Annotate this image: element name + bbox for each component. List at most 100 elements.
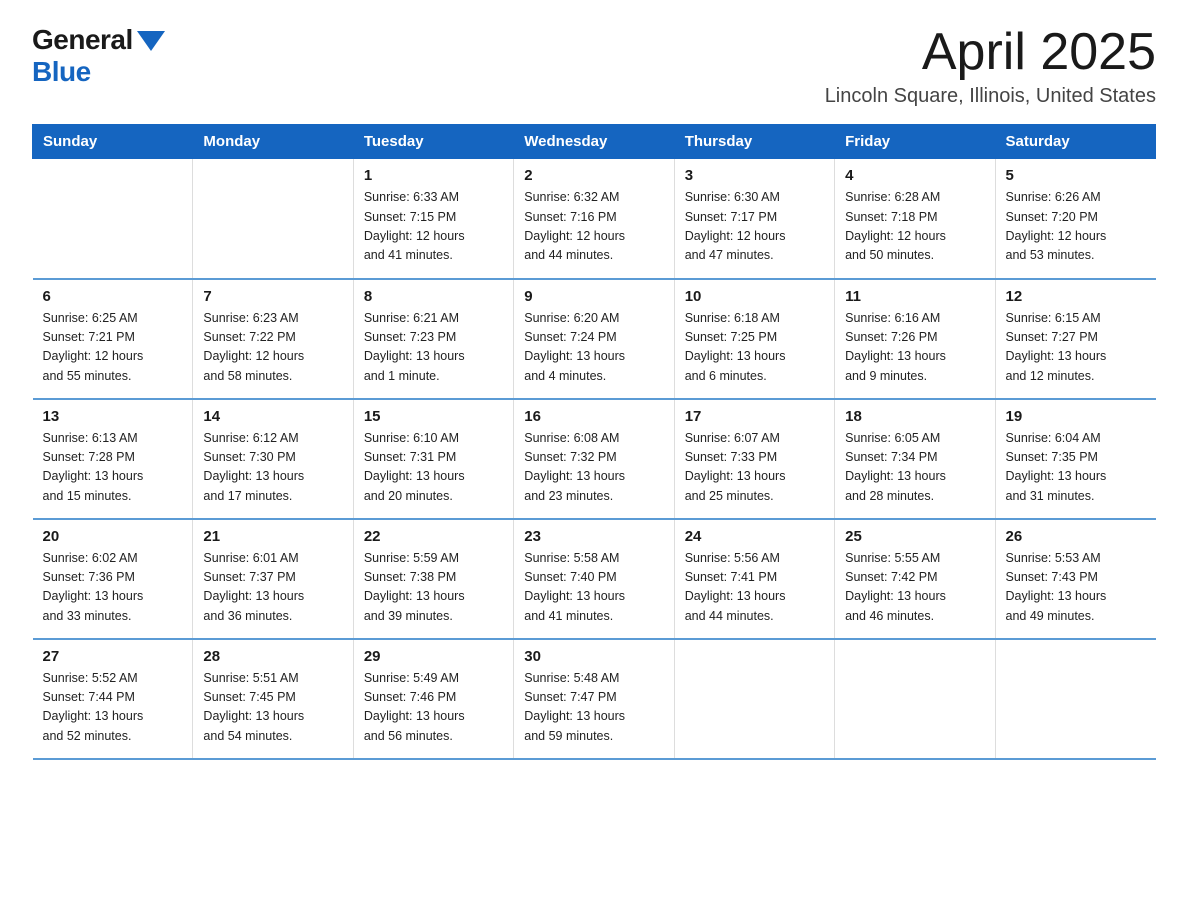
day-number: 22	[364, 528, 503, 545]
day-number: 24	[685, 528, 824, 545]
calendar-header: SundayMondayTuesdayWednesdayThursdayFrid…	[33, 125, 1156, 159]
calendar-cell: 19 Sunrise: 6:04 AM Sunset: 7:35 PM Dayli…	[995, 399, 1155, 519]
calendar-cell	[33, 159, 193, 279]
day-info: Sunrise: 5:56 AM Sunset: 7:41 PM Dayligh…	[685, 549, 824, 627]
calendar-cell: 5 Sunrise: 6:26 AM Sunset: 7:20 PM Daylig…	[995, 159, 1155, 279]
day-info: Sunrise: 6:23 AM Sunset: 7:22 PM Dayligh…	[203, 309, 342, 387]
calendar-week-row: 6 Sunrise: 6:25 AM Sunset: 7:21 PM Daylig…	[33, 279, 1156, 399]
day-number: 26	[1006, 528, 1146, 545]
logo: General Blue	[32, 24, 165, 88]
calendar-cell: 7Sunrise: 6:23 AM Sunset: 7:22 PM Daylig…	[193, 279, 353, 399]
logo-general-text: General	[32, 24, 133, 56]
calendar-day-header: Thursday	[674, 125, 834, 159]
day-number: 15	[364, 408, 503, 425]
day-number: 11	[845, 288, 984, 305]
day-info: Sunrise: 6:32 AM Sunset: 7:16 PM Dayligh…	[524, 188, 663, 266]
title-block: April 2025 Lincoln Square, Illinois, Uni…	[825, 24, 1156, 108]
day-info: Sunrise: 5:55 AM Sunset: 7:42 PM Dayligh…	[845, 549, 984, 627]
calendar-week-row: 20 Sunrise: 6:02 AM Sunset: 7:36 PM Dayli…	[33, 519, 1156, 639]
calendar-cell: 21Sunrise: 6:01 AM Sunset: 7:37 PM Dayli…	[193, 519, 353, 639]
calendar-cell: 11 Sunrise: 6:16 AM Sunset: 7:26 PM Dayli…	[835, 279, 995, 399]
calendar-cell: 22 Sunrise: 5:59 AM Sunset: 7:38 PM Dayli…	[353, 519, 513, 639]
day-number: 20	[43, 528, 183, 545]
day-number: 25	[845, 528, 984, 545]
day-info: Sunrise: 6:12 AM Sunset: 7:30 PM Dayligh…	[203, 429, 342, 507]
day-number: 1	[364, 167, 503, 184]
day-number: 3	[685, 167, 824, 184]
day-number: 28	[203, 648, 342, 665]
day-number: 14	[203, 408, 342, 425]
day-info: Sunrise: 5:51 AM Sunset: 7:45 PM Dayligh…	[203, 669, 342, 747]
calendar-cell: 20 Sunrise: 6:02 AM Sunset: 7:36 PM Dayli…	[33, 519, 193, 639]
day-number: 19	[1006, 408, 1146, 425]
day-info: Sunrise: 6:04 AM Sunset: 7:35 PM Dayligh…	[1006, 429, 1146, 507]
day-info: Sunrise: 5:52 AM Sunset: 7:44 PM Dayligh…	[43, 669, 183, 747]
day-number: 18	[845, 408, 984, 425]
calendar-cell: 17 Sunrise: 6:07 AM Sunset: 7:33 PM Dayli…	[674, 399, 834, 519]
day-info: Sunrise: 5:48 AM Sunset: 7:47 PM Dayligh…	[524, 669, 663, 747]
day-number: 16	[524, 408, 663, 425]
day-number: 23	[524, 528, 663, 545]
day-info: Sunrise: 6:21 AM Sunset: 7:23 PM Dayligh…	[364, 309, 503, 387]
day-number: 10	[685, 288, 824, 305]
calendar-cell: 18 Sunrise: 6:05 AM Sunset: 7:34 PM Dayli…	[835, 399, 995, 519]
day-number: 17	[685, 408, 824, 425]
day-number: 12	[1006, 288, 1146, 305]
day-number: 5	[1006, 167, 1146, 184]
day-number: 2	[524, 167, 663, 184]
day-info: Sunrise: 6:05 AM Sunset: 7:34 PM Dayligh…	[845, 429, 984, 507]
calendar-cell: 28 Sunrise: 5:51 AM Sunset: 7:45 PM Dayli…	[193, 639, 353, 759]
day-info: Sunrise: 6:13 AM Sunset: 7:28 PM Dayligh…	[43, 429, 183, 507]
calendar-cell: 10 Sunrise: 6:18 AM Sunset: 7:25 PM Dayli…	[674, 279, 834, 399]
calendar-cell: 4Sunrise: 6:28 AM Sunset: 7:18 PM Daylig…	[835, 159, 995, 279]
day-number: 6	[43, 288, 183, 305]
day-info: Sunrise: 6:18 AM Sunset: 7:25 PM Dayligh…	[685, 309, 824, 387]
calendar-cell: 2 Sunrise: 6:32 AM Sunset: 7:16 PM Daylig…	[514, 159, 674, 279]
day-info: Sunrise: 6:07 AM Sunset: 7:33 PM Dayligh…	[685, 429, 824, 507]
day-info: Sunrise: 5:59 AM Sunset: 7:38 PM Dayligh…	[364, 549, 503, 627]
calendar-day-header: Friday	[835, 125, 995, 159]
calendar-cell: 24 Sunrise: 5:56 AM Sunset: 7:41 PM Dayli…	[674, 519, 834, 639]
day-info: Sunrise: 6:02 AM Sunset: 7:36 PM Dayligh…	[43, 549, 183, 627]
day-info: Sunrise: 5:58 AM Sunset: 7:40 PM Dayligh…	[524, 549, 663, 627]
calendar-day-header: Sunday	[33, 125, 193, 159]
day-number: 13	[43, 408, 183, 425]
day-info: Sunrise: 6:28 AM Sunset: 7:18 PM Dayligh…	[845, 188, 984, 266]
calendar-cell: 12Sunrise: 6:15 AM Sunset: 7:27 PM Dayli…	[995, 279, 1155, 399]
day-info: Sunrise: 6:26 AM Sunset: 7:20 PM Dayligh…	[1006, 188, 1146, 266]
calendar-cell: 15 Sunrise: 6:10 AM Sunset: 7:31 PM Dayli…	[353, 399, 513, 519]
calendar-cell	[835, 639, 995, 759]
calendar-cell	[674, 639, 834, 759]
day-info: Sunrise: 6:25 AM Sunset: 7:21 PM Dayligh…	[43, 309, 183, 387]
calendar-cell	[995, 639, 1155, 759]
day-number: 9	[524, 288, 663, 305]
calendar-cell: 14 Sunrise: 6:12 AM Sunset: 7:30 PM Dayli…	[193, 399, 353, 519]
day-number: 29	[364, 648, 503, 665]
day-number: 21	[203, 528, 342, 545]
calendar-cell: 16Sunrise: 6:08 AM Sunset: 7:32 PM Dayli…	[514, 399, 674, 519]
day-info: Sunrise: 6:20 AM Sunset: 7:24 PM Dayligh…	[524, 309, 663, 387]
calendar-day-header: Wednesday	[514, 125, 674, 159]
calendar-cell: 27 Sunrise: 5:52 AM Sunset: 7:44 PM Dayli…	[33, 639, 193, 759]
calendar-cell: 13 Sunrise: 6:13 AM Sunset: 7:28 PM Dayli…	[33, 399, 193, 519]
calendar-week-row: 27 Sunrise: 5:52 AM Sunset: 7:44 PM Dayli…	[33, 639, 1156, 759]
calendar-header-row: SundayMondayTuesdayWednesdayThursdayFrid…	[33, 125, 1156, 159]
calendar-cell	[193, 159, 353, 279]
calendar-cell: 23 Sunrise: 5:58 AM Sunset: 7:40 PM Dayli…	[514, 519, 674, 639]
day-info: Sunrise: 6:16 AM Sunset: 7:26 PM Dayligh…	[845, 309, 984, 387]
day-info: Sunrise: 6:30 AM Sunset: 7:17 PM Dayligh…	[685, 188, 824, 266]
calendar-table: SundayMondayTuesdayWednesdayThursdayFrid…	[32, 124, 1156, 760]
day-info: Sunrise: 5:49 AM Sunset: 7:46 PM Dayligh…	[364, 669, 503, 747]
calendar-week-row: 1 Sunrise: 6:33 AM Sunset: 7:15 PM Daylig…	[33, 159, 1156, 279]
page-title: April 2025	[825, 24, 1156, 81]
calendar-cell: 3 Sunrise: 6:30 AM Sunset: 7:17 PM Daylig…	[674, 159, 834, 279]
day-info: Sunrise: 6:33 AM Sunset: 7:15 PM Dayligh…	[364, 188, 503, 266]
day-number: 27	[43, 648, 183, 665]
calendar-cell: 9 Sunrise: 6:20 AM Sunset: 7:24 PM Daylig…	[514, 279, 674, 399]
day-info: Sunrise: 6:10 AM Sunset: 7:31 PM Dayligh…	[364, 429, 503, 507]
day-number: 8	[364, 288, 503, 305]
page-subtitle: Lincoln Square, Illinois, United States	[825, 85, 1156, 108]
calendar-week-row: 13 Sunrise: 6:13 AM Sunset: 7:28 PM Dayli…	[33, 399, 1156, 519]
calendar-day-header: Monday	[193, 125, 353, 159]
day-info: Sunrise: 5:53 AM Sunset: 7:43 PM Dayligh…	[1006, 549, 1146, 627]
